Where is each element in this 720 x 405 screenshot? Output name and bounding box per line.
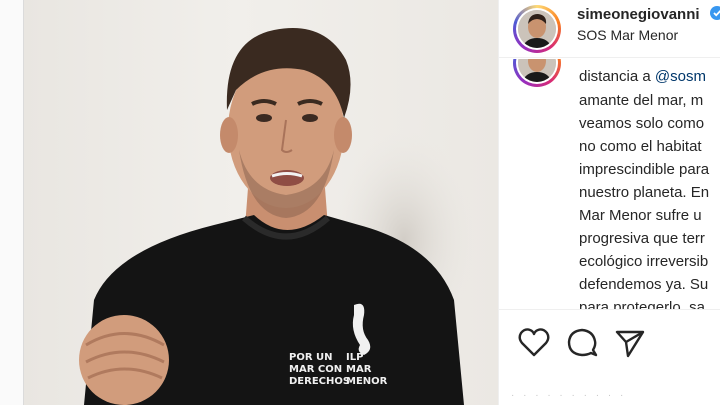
username-link[interactable]: simeonegiovanni	[577, 6, 700, 23]
caption-avatar[interactable]	[513, 59, 561, 87]
shirt-text-line: MAR CON	[289, 364, 343, 375]
caption-line: distancia a @sosm	[579, 67, 706, 87]
avatar-image	[518, 59, 556, 82]
shirt-text-line: ILP	[346, 352, 364, 363]
caption-line: para protegerlo, sa	[579, 299, 705, 309]
heart-icon[interactable]	[517, 326, 551, 360]
avatar-inner	[516, 8, 558, 50]
caption-line: ecológico irreversib	[579, 253, 709, 270]
caption-line: amante del mar, m	[579, 92, 704, 109]
shirt-text-line: MAR	[346, 364, 372, 375]
avatar[interactable]	[513, 5, 561, 53]
caption-scroll-area[interactable]: distancia a @sosm amante del mar, m veam…	[499, 59, 720, 309]
caption-line: Mar Menor sufre u	[579, 207, 702, 224]
shirt-text-line: DERECHOS	[289, 376, 351, 387]
left-gutter	[0, 0, 24, 405]
caption-line: progresiva que terr	[579, 230, 705, 247]
verified-badge-icon	[710, 6, 720, 20]
likes-placeholder: · · · · · · · · · ·	[511, 390, 627, 401]
post-header: simeonegiovanni SOS Mar Menor	[499, 0, 720, 58]
post-side-panel: simeonegiovanni SOS Mar Menor distancia …	[498, 0, 720, 405]
post-actions: · · · · · · · · · ·	[499, 309, 720, 405]
shirt-text-left: POR UN MAR CON DERECHOS	[289, 352, 350, 388]
caption-line: veamos solo como	[579, 115, 705, 132]
share-icon[interactable]	[613, 326, 647, 360]
avatar-face-icon	[518, 59, 556, 82]
shirt-text-line: POR UN	[289, 352, 333, 363]
post-photo[interactable]: POR UN MAR CON DERECHOS ILP MAR MENOR	[24, 0, 498, 405]
avatar-face-icon	[518, 10, 556, 48]
shirt-text-right: ILP MAR MENOR	[346, 352, 387, 388]
mention-link[interactable]: @sosm	[655, 68, 706, 85]
caption-line: nuestro planeta. En	[579, 184, 710, 201]
caption-text: distancia a	[579, 68, 655, 85]
caption-line: defendemos ya. Su	[579, 276, 709, 293]
photo-illustration	[79, 28, 474, 405]
avatar-image	[518, 10, 556, 48]
caption-line: imprescindible para	[579, 161, 710, 178]
caption-line: no como el habitat	[579, 138, 702, 155]
shirt-text-line: MENOR	[346, 376, 388, 387]
location-link[interactable]: SOS Mar Menor	[577, 27, 678, 43]
comment-icon[interactable]	[565, 326, 599, 360]
avatar-inner	[516, 59, 558, 84]
